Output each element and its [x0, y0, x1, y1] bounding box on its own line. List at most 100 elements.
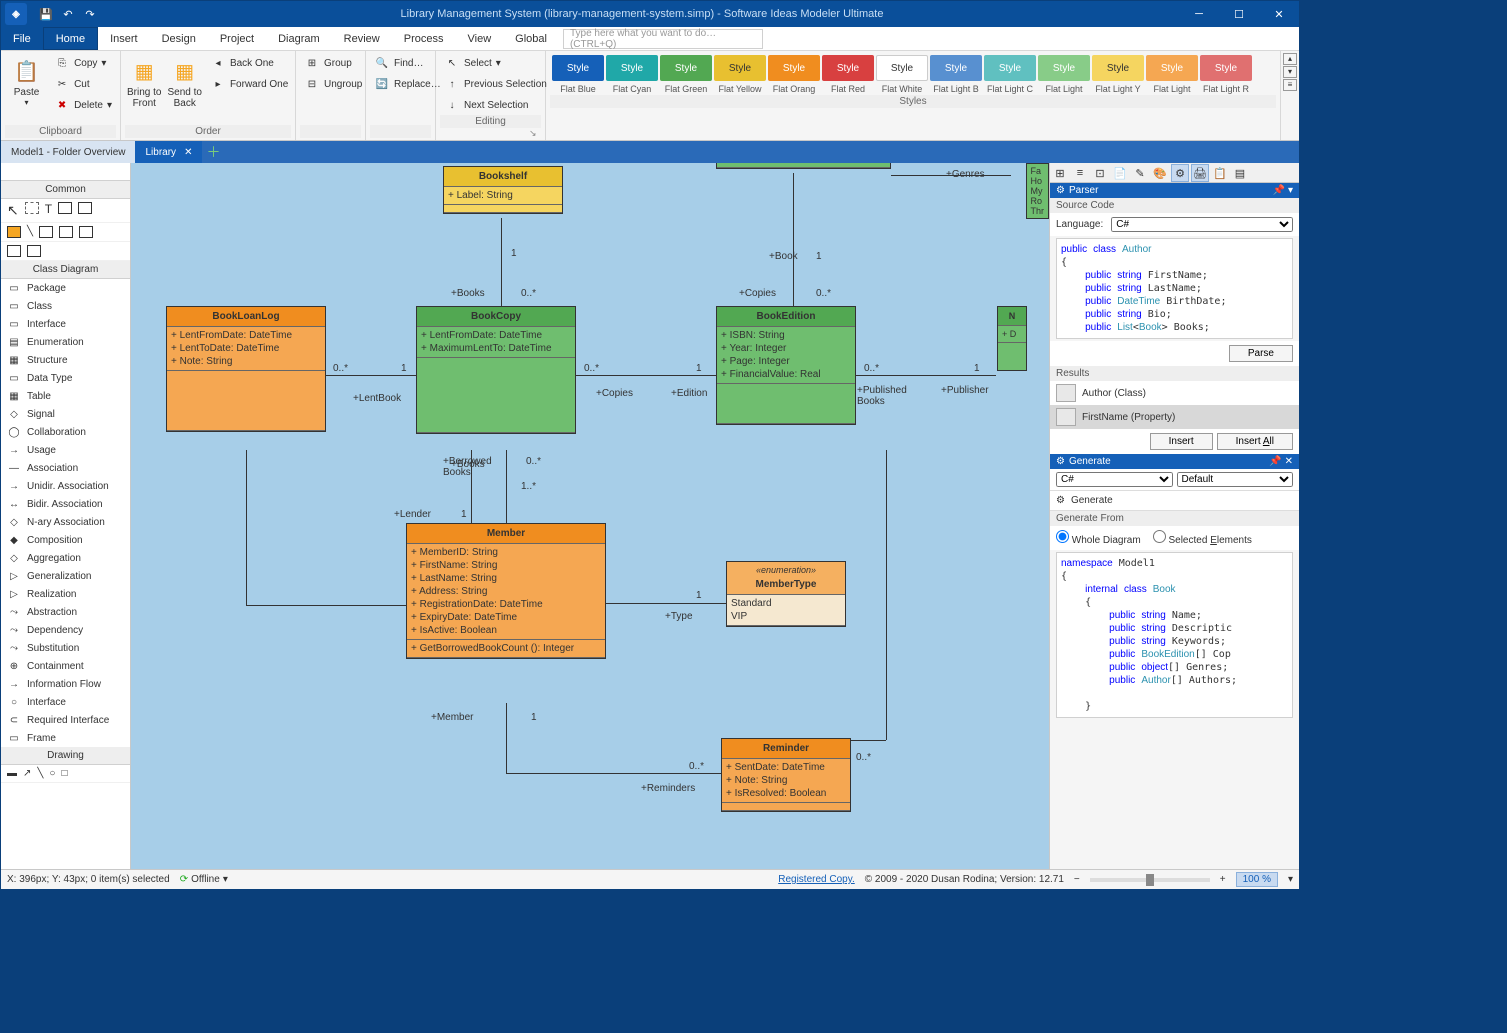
panel-icon-9[interactable]: 📋 — [1211, 164, 1229, 182]
class-partial-right[interactable]: N + D — [997, 306, 1027, 371]
tool-association[interactable]: —Association — [1, 459, 130, 477]
class-bookloanlog[interactable]: BookLoanLog + LentFromDate: DateTime+ Le… — [166, 306, 326, 432]
style-swatch[interactable]: Style — [768, 55, 820, 81]
generate-lang-select[interactable]: C# — [1056, 472, 1173, 487]
style-swatch[interactable]: Style — [984, 55, 1036, 81]
copy-button[interactable]: ⎘Copy ▾ — [50, 53, 116, 73]
tab-add-button[interactable]: ＋ — [202, 141, 224, 163]
tool-sq2[interactable] — [59, 226, 73, 238]
tool-interface[interactable]: ○Interface — [1, 693, 130, 711]
menu-project[interactable]: Project — [208, 27, 266, 50]
generate-close-icon[interactable]: ✕ — [1285, 456, 1293, 467]
tool-sq3[interactable] — [79, 226, 93, 238]
maximize-button[interactable]: ☐ — [1219, 1, 1259, 27]
tool-marquee[interactable] — [25, 202, 39, 214]
tool-sq4[interactable] — [7, 245, 21, 257]
tool-rect2[interactable] — [78, 202, 92, 214]
tool-collaboration[interactable]: ◯Collaboration — [1, 423, 130, 441]
style-swatch[interactable]: Style — [660, 55, 712, 81]
menu-insert[interactable]: Insert — [98, 27, 150, 50]
panel-icon-2[interactable]: ≡ — [1071, 164, 1089, 182]
class-reminder[interactable]: Reminder + SentDate: DateTime+ Note: Str… — [721, 738, 851, 812]
undo-icon[interactable]: ↶ — [59, 5, 77, 23]
tool-aggregation[interactable]: ◇Aggregation — [1, 549, 130, 567]
zoom-percent[interactable]: 100 % — [1236, 872, 1278, 887]
toolbox-common-header[interactable]: Common — [1, 181, 130, 199]
style-swatch[interactable]: Style — [1038, 55, 1090, 81]
radio-whole-diagram[interactable]: Whole Diagram — [1056, 530, 1141, 546]
class-bookshelf[interactable]: Bookshelf + Label: String — [443, 166, 563, 214]
parser-pin-icon[interactable]: 📌 — [1273, 185, 1285, 196]
tool-signal[interactable]: ◇Signal — [1, 405, 130, 423]
generate-pin-icon[interactable]: 📌 — [1269, 456, 1281, 467]
panel-icon-1[interactable]: ⊞ — [1051, 164, 1069, 182]
tool-composition[interactable]: ◆Composition — [1, 531, 130, 549]
tool-class[interactable]: ▭Class — [1, 297, 130, 315]
prev-sel-button[interactable]: ↑Previous Selection — [440, 74, 551, 94]
parse-button[interactable]: Parse — [1229, 345, 1293, 362]
style-swatch[interactable]: Style — [606, 55, 658, 81]
result-firstname[interactable]: FirstName (Property) — [1050, 405, 1299, 429]
delete-button[interactable]: ✖Delete ▾ — [50, 95, 116, 115]
tool-rect[interactable] — [58, 202, 72, 214]
diagram-canvas[interactable]: Bookshelf + Label: String N + D BookLoan… — [131, 163, 1049, 869]
tool-interface[interactable]: ▭Interface — [1, 315, 130, 333]
tool-usage[interactable]: →Usage — [1, 441, 130, 459]
styles-down[interactable]: ▾ — [1283, 66, 1297, 78]
toolbox-drawing-header[interactable]: Drawing — [1, 747, 130, 765]
style-swatch[interactable]: Style — [552, 55, 604, 81]
tool-containment[interactable]: ⊕Containment — [1, 657, 130, 675]
styles-up[interactable]: ▴ — [1283, 53, 1297, 65]
paste-button[interactable]: 📋 Paste▾ — [5, 53, 48, 109]
panel-icon-3[interactable]: ⊡ — [1091, 164, 1109, 182]
minimize-button[interactable]: ─ — [1179, 1, 1219, 27]
panel-icon-parser[interactable]: ⚙ — [1171, 164, 1189, 182]
status-offline[interactable]: ⟳Offline ▾ — [180, 874, 228, 885]
tool-frame[interactable]: ▭Frame — [1, 729, 130, 747]
tool-package[interactable]: ▭Package — [1, 279, 130, 297]
style-swatch[interactable]: Style — [930, 55, 982, 81]
back-one-button[interactable]: ◂Back One — [206, 53, 292, 73]
tool-data-type[interactable]: ▭Data Type — [1, 369, 130, 387]
class-book-partial[interactable] — [716, 163, 891, 169]
tool-table[interactable]: ▦Table — [1, 387, 130, 405]
tool-draw5[interactable]: □ — [61, 768, 67, 779]
menu-search[interactable]: Type here what you want to do… (CTRL+Q) — [563, 29, 763, 49]
send-to-back-button[interactable]: ▦ Send to Back — [165, 53, 203, 111]
insert-all-button[interactable]: Insert All — [1217, 433, 1293, 450]
menu-process[interactable]: Process — [392, 27, 456, 50]
radio-selected-elements[interactable]: Selected Elements — [1153, 530, 1252, 546]
tool-enumeration[interactable]: ▤Enumeration — [1, 333, 130, 351]
menu-global[interactable]: Global — [503, 27, 559, 50]
menu-file[interactable]: File — [1, 27, 43, 50]
ungroup-button[interactable]: ⊟Ungroup — [300, 74, 366, 94]
select-button[interactable]: ↖Select ▾ — [440, 53, 551, 73]
bring-to-front-button[interactable]: ▦ Bring to Front — [125, 53, 163, 111]
insert-button[interactable]: Insert — [1150, 433, 1213, 450]
tool-n-ary-association[interactable]: ◇N-ary Association — [1, 513, 130, 531]
tool-sq1[interactable] — [39, 226, 53, 238]
tool-dependency[interactable]: ⤳Dependency — [1, 621, 130, 639]
zoom-slider[interactable] — [1090, 878, 1210, 882]
tool-draw1[interactable]: ▬ — [7, 768, 17, 779]
menu-diagram[interactable]: Diagram — [266, 27, 332, 50]
style-swatch[interactable]: Style — [1146, 55, 1198, 81]
tool-text[interactable]: T — [45, 202, 52, 219]
class-bookedition[interactable]: BookEdition + ISBN: String+ Year: Intege… — [716, 306, 856, 425]
tool-orange-rect[interactable] — [7, 226, 21, 238]
menu-home[interactable]: Home — [43, 27, 98, 50]
tool-generalization[interactable]: ▷Generalization — [1, 567, 130, 585]
enum-membertype[interactable]: «enumeration» MemberType StandardVIP — [726, 561, 846, 627]
replace-button[interactable]: 🔄Replace… — [370, 74, 445, 94]
tool-abstraction[interactable]: ⤳Abstraction — [1, 603, 130, 621]
result-author[interactable]: Author (Class) — [1050, 381, 1299, 405]
panel-icon-10[interactable]: ▤ — [1231, 164, 1249, 182]
parser-language-select[interactable]: C# — [1111, 217, 1293, 232]
tool-draw2[interactable]: ↗ — [23, 768, 31, 779]
tool-sq5[interactable] — [27, 245, 41, 257]
class-member[interactable]: Member + MemberID: String+ FirstName: St… — [406, 523, 606, 659]
toolbox-search-input[interactable] — [1, 163, 131, 180]
editing-launcher[interactable]: ↘ — [529, 128, 541, 139]
parser-code[interactable]: public class Author { public string Firs… — [1056, 238, 1293, 339]
tool-pointer[interactable]: ↖ — [7, 202, 19, 219]
